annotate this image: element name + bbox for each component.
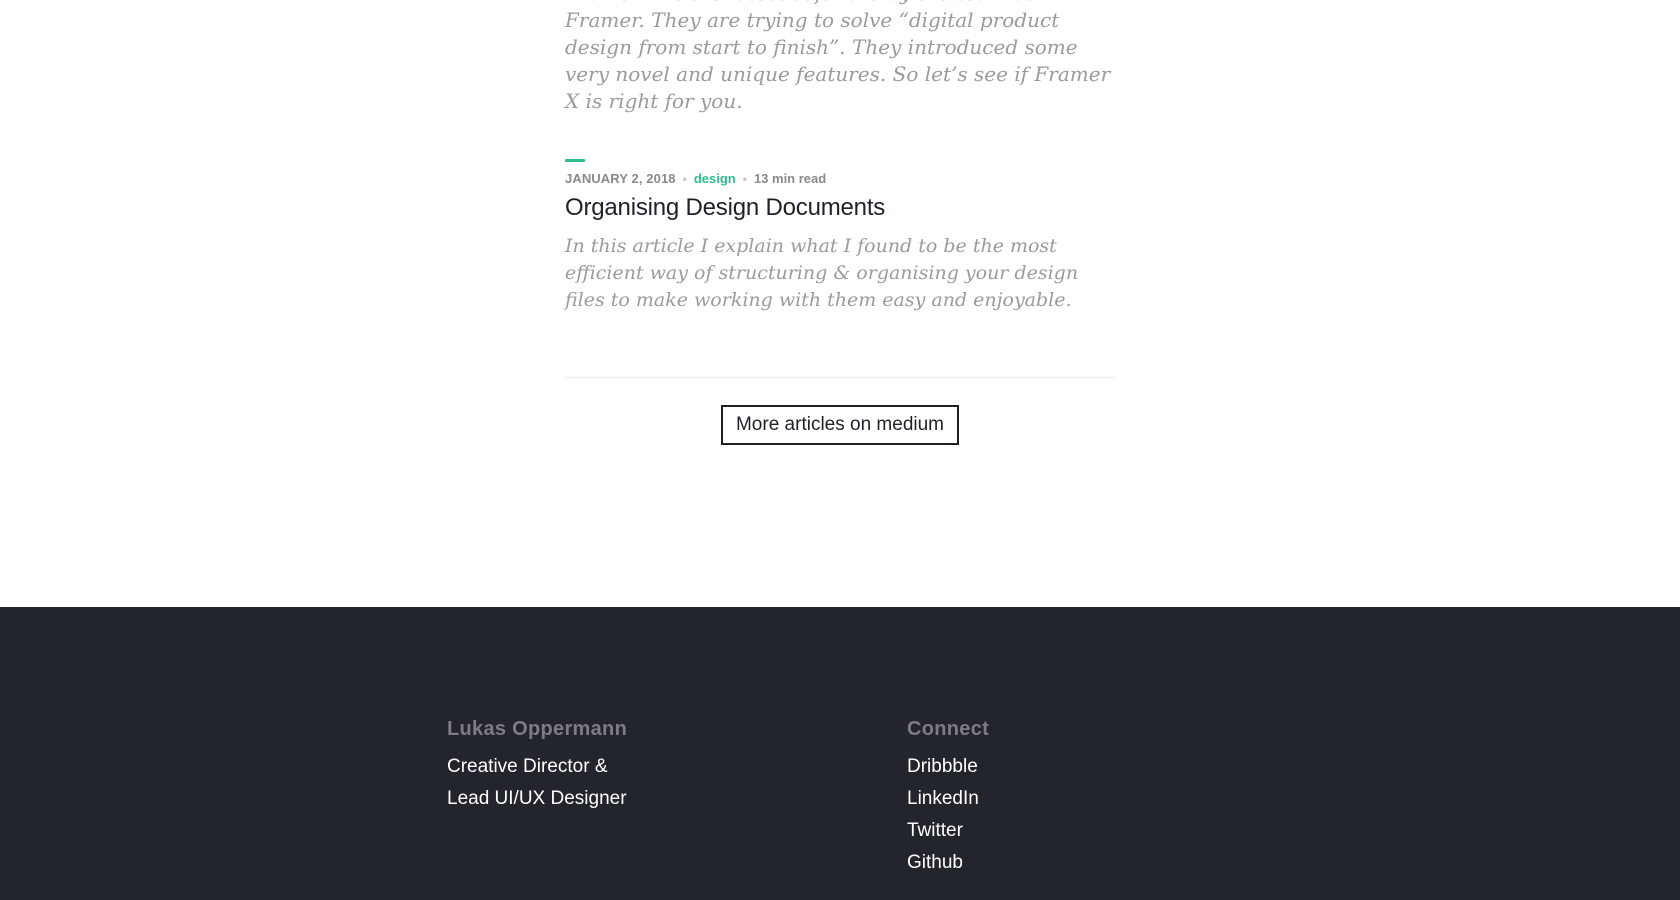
article-date: January 2, 2018	[565, 171, 676, 186]
footer-about: Lukas Oppermann Creative Director & Lead…	[447, 717, 627, 815]
article-meta: January 2, 2018 • design • 13 min read	[565, 170, 1115, 188]
read-time: 13 min read	[753, 171, 827, 186]
previous-article-excerpt[interactable]: Framer X is the latest software by the t…	[565, 0, 1115, 115]
linkedin-link[interactable]: LinkedIn	[907, 783, 989, 815]
twitter-link[interactable]: Twitter	[907, 815, 989, 847]
category-tag-link[interactable]: design	[694, 171, 736, 186]
dribbble-link[interactable]: Dribbble	[907, 751, 989, 783]
meta-separator-dot: •	[742, 172, 747, 186]
footer-connect: Connect Dribbble LinkedIn Twitter Github	[907, 717, 989, 879]
footer-author-name: Lukas Oppermann	[447, 718, 628, 740]
accent-bar	[565, 159, 585, 162]
article-card[interactable]: January 2, 2018 • design • 13 min read Organ…	[565, 159, 1115, 314]
divider	[565, 377, 1115, 378]
footer-role-line: Lead UI/UX Designer	[447, 788, 627, 809]
github-link[interactable]: Github	[907, 847, 989, 879]
site-footer: Lukas Oppermann Creative Director & Lead…	[0, 607, 1680, 900]
footer-role-line: Creative Director &	[447, 756, 608, 777]
meta-separator-dot: •	[682, 172, 687, 186]
article-excerpt[interactable]: In this article I explain what I found t…	[565, 233, 1115, 314]
more-articles-button[interactable]: More articles on medium	[721, 405, 959, 445]
footer-connect-heading: Connect	[907, 718, 990, 740]
article-title-link[interactable]: Organising Design Documents	[565, 192, 1115, 224]
